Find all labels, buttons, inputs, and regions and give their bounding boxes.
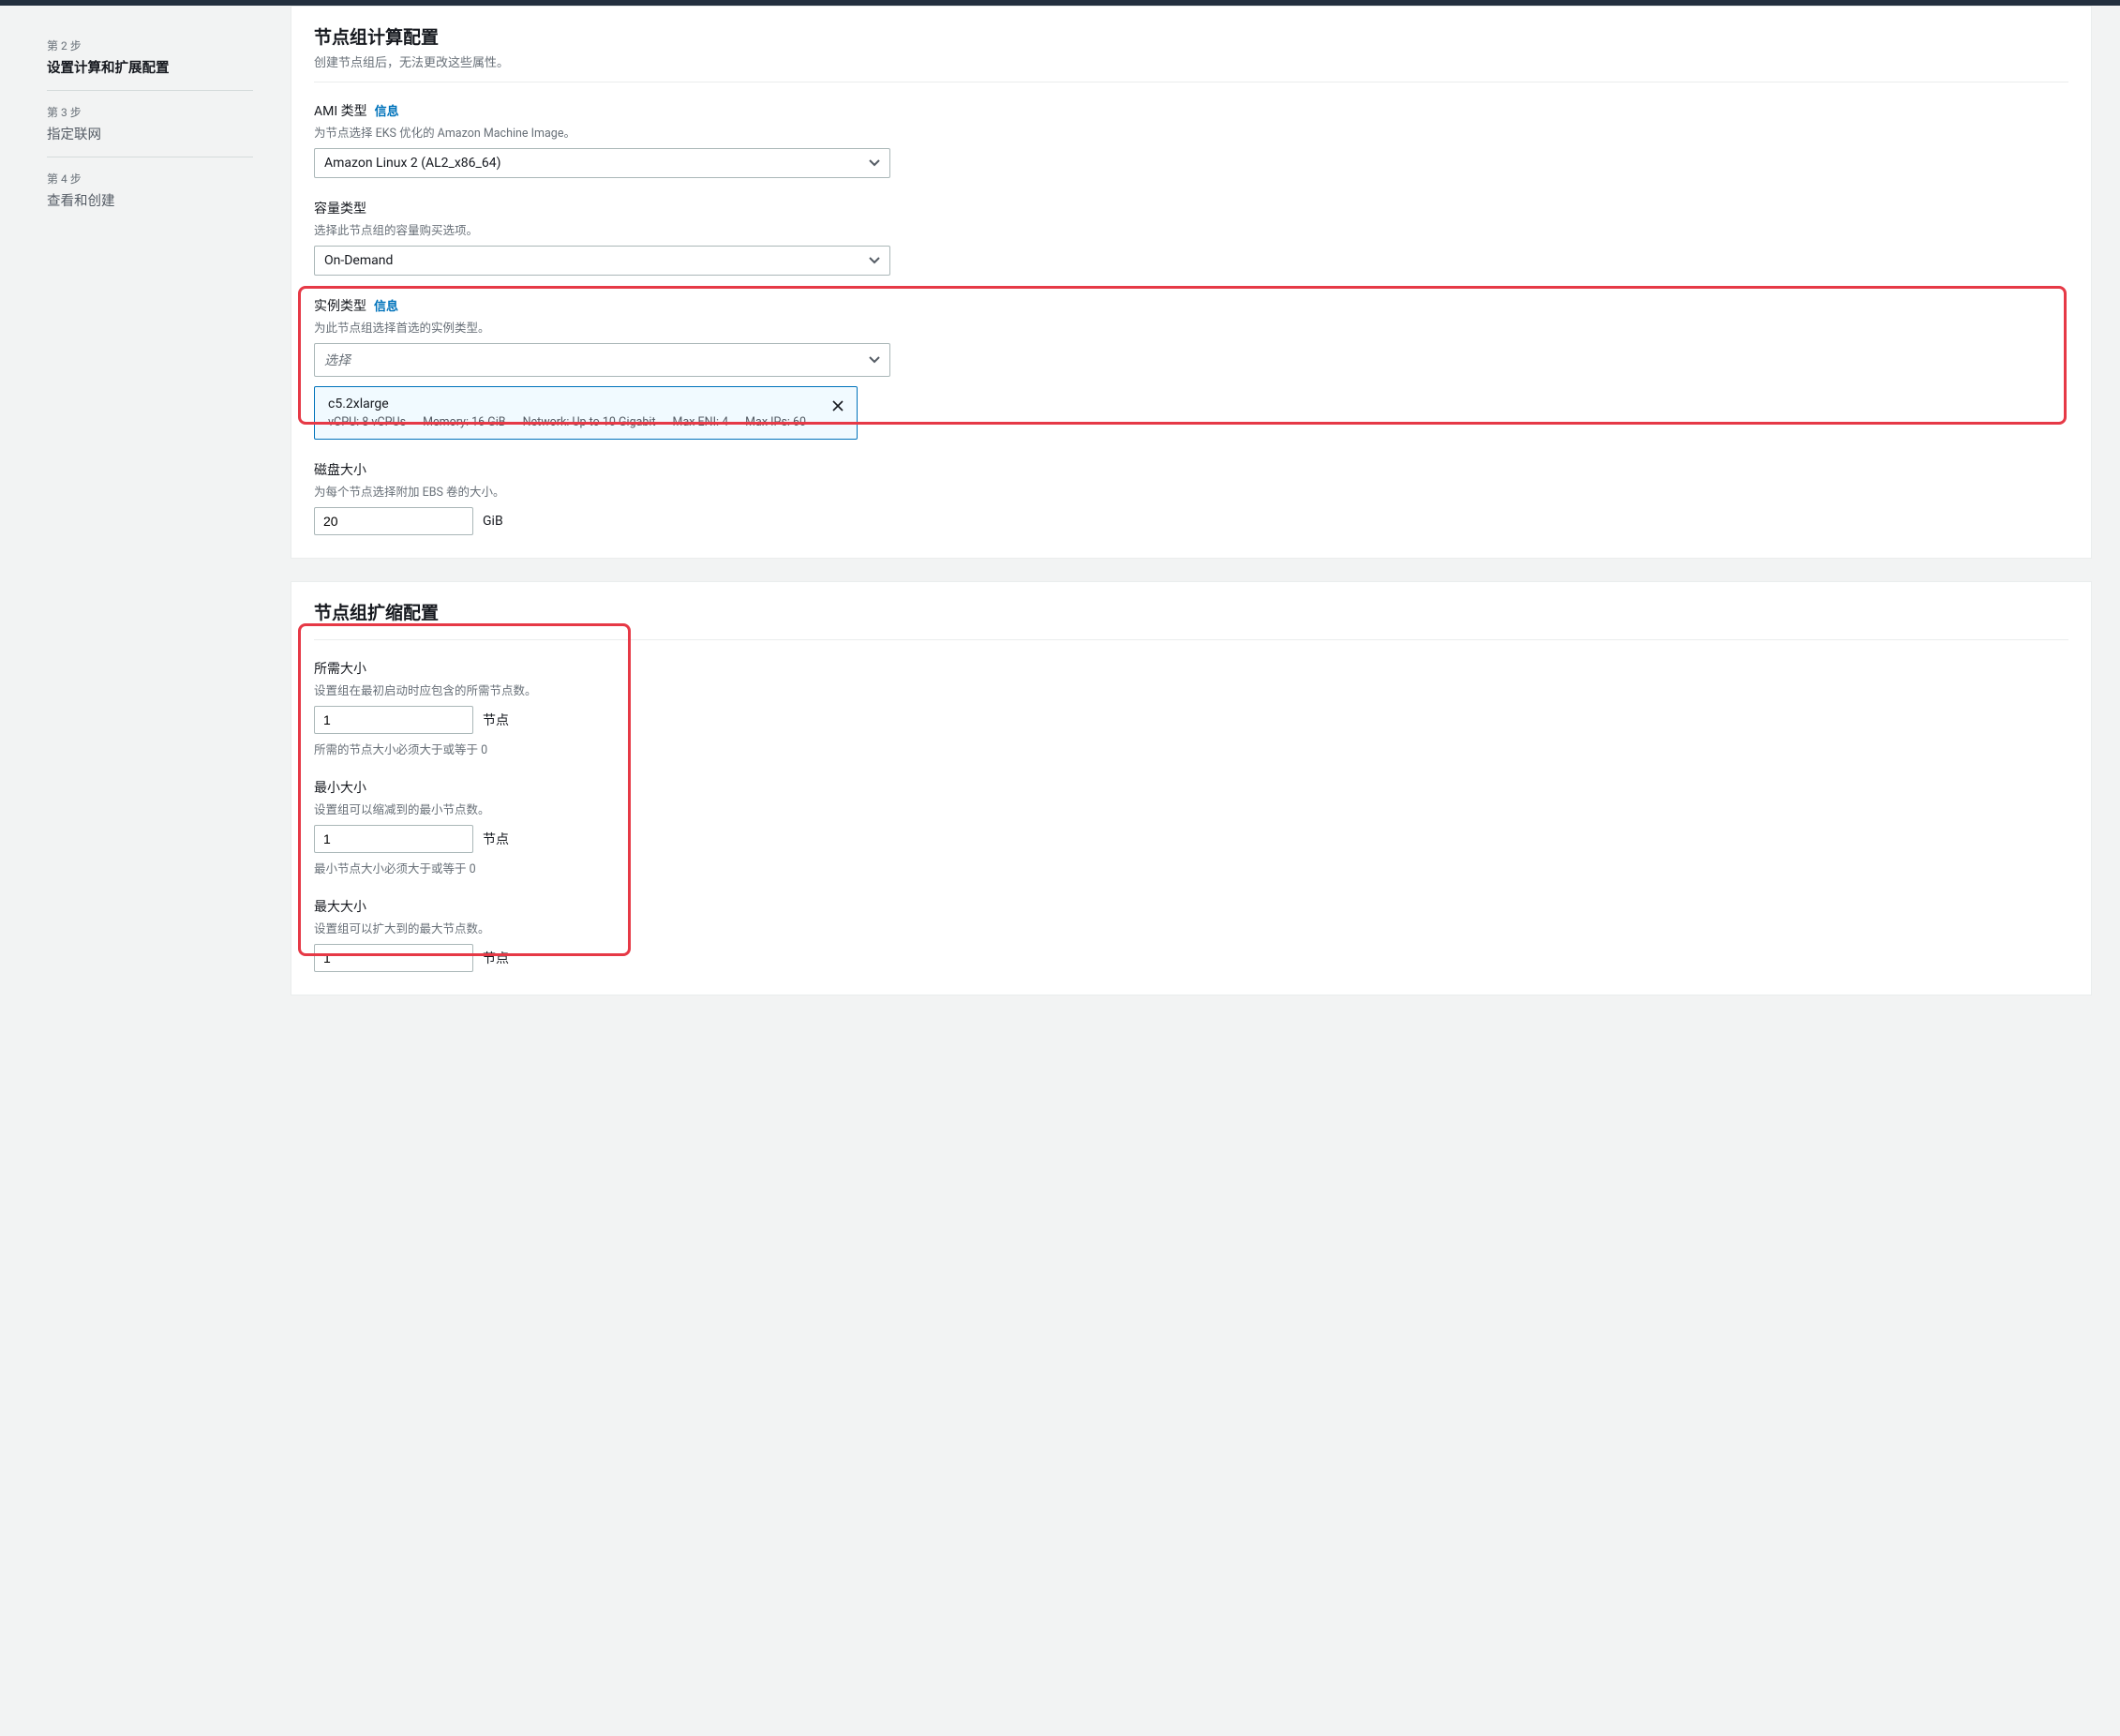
instance-network: Network: Up to 10 Gigabit xyxy=(523,415,656,429)
capacity-type-field: 容量类型 选择此节点组的容量购买选项。 On-Demand xyxy=(314,199,2068,276)
desired-label: 所需大小 xyxy=(314,659,366,678)
chevron-down-icon xyxy=(869,156,880,171)
min-desc: 设置组可以缩减到的最小节点数。 xyxy=(314,800,2068,817)
ami-info-link[interactable]: 信息 xyxy=(375,101,399,119)
instance-maxeni: Max ENI: 4 xyxy=(673,415,729,429)
remove-instance-button[interactable] xyxy=(829,397,847,415)
desired-unit: 节点 xyxy=(483,711,509,729)
step-num: 第 3 步 xyxy=(47,104,253,120)
instance-info-link[interactable]: 信息 xyxy=(374,296,398,314)
ami-select[interactable]: Amazon Linux 2 (AL2_x86_64) xyxy=(314,148,890,178)
step-label: 指定联网 xyxy=(47,124,253,143)
step-label: 设置计算和扩展配置 xyxy=(47,57,253,77)
instance-select-placeholder: 选择 xyxy=(324,353,351,368)
min-size-field: 最小大小 设置组可以缩减到的最小节点数。 节点 最小节点大小必须大于或等于 0 xyxy=(314,778,2068,876)
disk-label: 磁盘大小 xyxy=(314,460,366,479)
min-unit: 节点 xyxy=(483,830,509,848)
compute-config-panel: 节点组计算配置 创建节点组后，无法更改这些属性。 AMI 类型 信息 为节点选择… xyxy=(291,6,2092,559)
disk-size-field: 磁盘大小 为每个节点选择附加 EBS 卷的大小。 GiB xyxy=(314,460,2068,535)
disk-unit: GiB xyxy=(483,514,503,529)
capacity-select-value: On-Demand xyxy=(324,253,393,268)
step-num: 第 4 步 xyxy=(47,171,253,187)
instance-memory: Memory: 16 GiB xyxy=(423,415,506,429)
disk-size-input[interactable] xyxy=(314,507,473,535)
step-num: 第 2 步 xyxy=(47,37,253,53)
capacity-label: 容量类型 xyxy=(314,199,366,217)
step-3[interactable]: 第 3 步 指定联网 xyxy=(47,91,253,157)
instance-maxips: Max IPs: 60 xyxy=(745,415,806,429)
max-size-field: 最大大小 设置组可以扩大到的最大节点数。 节点 xyxy=(314,897,2068,972)
wizard-sidebar: 第 2 步 设置计算和扩展配置 第 3 步 指定联网 第 4 步 查看和创建 xyxy=(0,6,281,1736)
panel-title: 节点组扩缩配置 xyxy=(314,599,2068,624)
step-4[interactable]: 第 4 步 查看和创建 xyxy=(47,157,253,223)
max-desc: 设置组可以扩大到的最大节点数。 xyxy=(314,919,2068,936)
capacity-desc: 选择此节点组的容量购买选项。 xyxy=(314,220,2068,238)
instance-selected-tag: c5.2xlarge vCPU: 8 vCPUs Memory: 16 GiB … xyxy=(314,386,858,440)
ami-label: AMI 类型 xyxy=(314,101,367,120)
panel-subtitle: 创建节点组后，无法更改这些属性。 xyxy=(314,52,2068,70)
max-label: 最大大小 xyxy=(314,897,366,916)
instance-selected-name: c5.2xlarge xyxy=(328,397,819,412)
desired-size-field: 所需大小 设置组在最初启动时应包含的所需节点数。 节点 所需的节点大小必须大于或… xyxy=(314,659,2068,757)
desired-help: 所需的节点大小必须大于或等于 0 xyxy=(314,740,2068,757)
instance-desc: 为此节点组选择首选的实例类型。 xyxy=(314,318,2068,336)
panel-title: 节点组计算配置 xyxy=(314,23,2068,49)
scaling-config-panel: 节点组扩缩配置 所需大小 设置组在最初启动时应包含的所需节点数。 节点 所需的节… xyxy=(291,581,2092,995)
close-icon xyxy=(831,399,844,412)
instance-vcpu: vCPU: 8 vCPUs xyxy=(328,415,406,429)
ami-type-field: AMI 类型 信息 为节点选择 EKS 优化的 Amazon Machine I… xyxy=(314,101,2068,178)
step-2[interactable]: 第 2 步 设置计算和扩展配置 xyxy=(47,24,253,91)
disk-desc: 为每个节点选择附加 EBS 卷的大小。 xyxy=(314,482,2068,500)
max-size-input[interactable] xyxy=(314,944,473,972)
instance-label: 实例类型 xyxy=(314,296,366,315)
min-label: 最小大小 xyxy=(314,778,366,797)
ami-select-value: Amazon Linux 2 (AL2_x86_64) xyxy=(324,156,500,171)
instance-type-field: 实例类型 信息 为此节点组选择首选的实例类型。 选择 c5.2xlar xyxy=(314,296,2068,440)
chevron-down-icon xyxy=(869,352,880,367)
min-help: 最小节点大小必须大于或等于 0 xyxy=(314,859,2068,876)
step-label: 查看和创建 xyxy=(47,190,253,210)
chevron-down-icon xyxy=(869,253,880,268)
max-unit: 节点 xyxy=(483,949,509,967)
capacity-select[interactable]: On-Demand xyxy=(314,246,890,276)
desired-desc: 设置组在最初启动时应包含的所需节点数。 xyxy=(314,681,2068,698)
main-content: 节点组计算配置 创建节点组后，无法更改这些属性。 AMI 类型 信息 为节点选择… xyxy=(281,6,2120,1736)
desired-size-input[interactable] xyxy=(314,706,473,734)
instance-select[interactable]: 选择 xyxy=(314,343,890,377)
min-size-input[interactable] xyxy=(314,825,473,853)
ami-desc: 为节点选择 EKS 优化的 Amazon Machine Image。 xyxy=(314,123,2068,141)
